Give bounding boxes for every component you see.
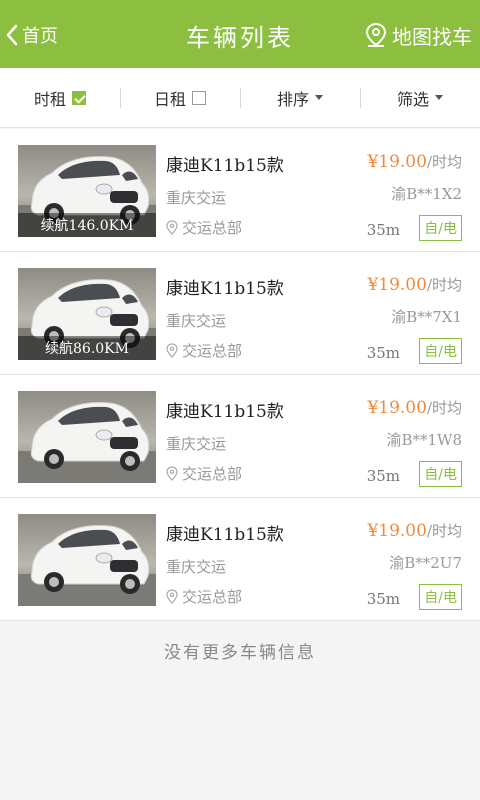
- distance: 35m: [366, 221, 400, 239]
- price-amount: ¥19.00: [367, 521, 427, 541]
- filter-dropdown[interactable]: 筛选: [360, 68, 480, 127]
- car-photo: [18, 514, 156, 606]
- price: ¥19.00/时均: [367, 151, 462, 172]
- price-amount: ¥19.00: [367, 398, 427, 418]
- car-company: 重庆交运: [166, 189, 227, 207]
- price: ¥19.00/时均: [367, 520, 462, 541]
- sort-dropdown[interactable]: 排序: [240, 68, 360, 127]
- car-list-item[interactable]: 康迪K11b15款 重庆交运 交运总部 ¥19.00/时均 渝B**1W8 35…: [0, 375, 480, 498]
- location-pin-icon: [166, 466, 178, 481]
- car-photo: 续航86.0KM: [18, 268, 156, 360]
- car-location-label: 交运总部: [182, 219, 243, 237]
- license-plate: 渝B**7X1: [391, 308, 462, 326]
- price-unit: /时均: [426, 399, 462, 417]
- car-name: 康迪K11b15款: [166, 402, 284, 422]
- filter-daily-label: 日租: [153, 89, 186, 109]
- license-plate: 渝B**1X2: [391, 185, 462, 203]
- car-list-item[interactable]: 康迪K11b15款 重庆交运 交运总部 ¥19.00/时均 渝B**2U7 35…: [0, 498, 480, 621]
- car-name: 康迪K11b15款: [166, 525, 284, 545]
- car-photo: [18, 391, 156, 483]
- location-pin-icon: [166, 343, 178, 358]
- filter-hourly-label: 时租: [33, 89, 66, 109]
- distance: 35m: [366, 344, 400, 362]
- car-company: 重庆交运: [166, 558, 227, 576]
- price-amount: ¥19.00: [367, 275, 427, 295]
- location-pin-icon: [166, 589, 178, 604]
- license-plate: 渝B**1W8: [386, 431, 462, 449]
- car-location-label: 交运总部: [182, 588, 243, 606]
- caret-down-icon: [435, 95, 443, 100]
- license-plate: 渝B**2U7: [389, 554, 462, 572]
- type-badge: 自/电: [419, 461, 462, 487]
- price: ¥19.00/时均: [367, 397, 462, 418]
- filter-label: 筛选: [396, 89, 429, 109]
- distance: 35m: [366, 590, 400, 608]
- sort-label: 排序: [276, 89, 309, 109]
- car-company: 重庆交运: [166, 435, 227, 453]
- caret-down-icon: [315, 95, 323, 100]
- car-name: 康迪K11b15款: [166, 156, 284, 176]
- car-company: 重庆交运: [166, 312, 227, 330]
- no-more-label: 没有更多车辆信息: [164, 643, 316, 663]
- filter-bar: 时租 日租 排序 筛选: [0, 68, 480, 128]
- map-search-label: 地图找车: [392, 24, 472, 49]
- car-location-label: 交运总部: [182, 465, 243, 483]
- range-overlay: 续航146.0KM: [18, 213, 156, 237]
- price-unit: /时均: [426, 276, 462, 294]
- car-location: 交运总部: [166, 340, 242, 361]
- car-location: 交运总部: [166, 586, 242, 607]
- type-badge: 自/电: [419, 338, 462, 364]
- car-photo: 续航146.0KM: [18, 145, 156, 237]
- filter-daily[interactable]: 日租: [120, 68, 240, 127]
- map-search-button[interactable]: 地图找车: [364, 20, 472, 50]
- type-badge: 自/电: [419, 215, 462, 241]
- car-location: 交运总部: [166, 217, 242, 238]
- type-badge: 自/电: [419, 584, 462, 610]
- car-name: 康迪K11b15款: [166, 279, 284, 299]
- location-pin-icon: [365, 22, 387, 47]
- price-unit: /时均: [426, 522, 462, 540]
- price: ¥19.00/时均: [367, 274, 462, 295]
- range-overlay: 续航86.0KM: [18, 336, 156, 360]
- car-location-label: 交运总部: [182, 342, 243, 360]
- app-header: 首页 车辆列表 地图找车: [0, 0, 480, 68]
- hourly-checkbox[interactable]: [72, 90, 86, 105]
- distance: 35m: [366, 467, 400, 485]
- daily-checkbox[interactable]: [192, 90, 206, 105]
- filter-hourly[interactable]: 时租: [0, 68, 120, 127]
- car-list-item[interactable]: 续航86.0KM 康迪K11b15款 重庆交运 交运总部 ¥19.00/时均 渝…: [0, 252, 480, 375]
- car-list: 续航146.0KM 康迪K11b15款 重庆交运 交运总部 ¥19.00/时均 …: [0, 129, 480, 621]
- price-amount: ¥19.00: [367, 152, 427, 172]
- car-list-item[interactable]: 续航146.0KM 康迪K11b15款 重庆交运 交运总部 ¥19.00/时均 …: [0, 129, 480, 252]
- location-pin-icon: [166, 220, 178, 235]
- price-unit: /时均: [426, 153, 462, 171]
- car-location: 交运总部: [166, 463, 242, 484]
